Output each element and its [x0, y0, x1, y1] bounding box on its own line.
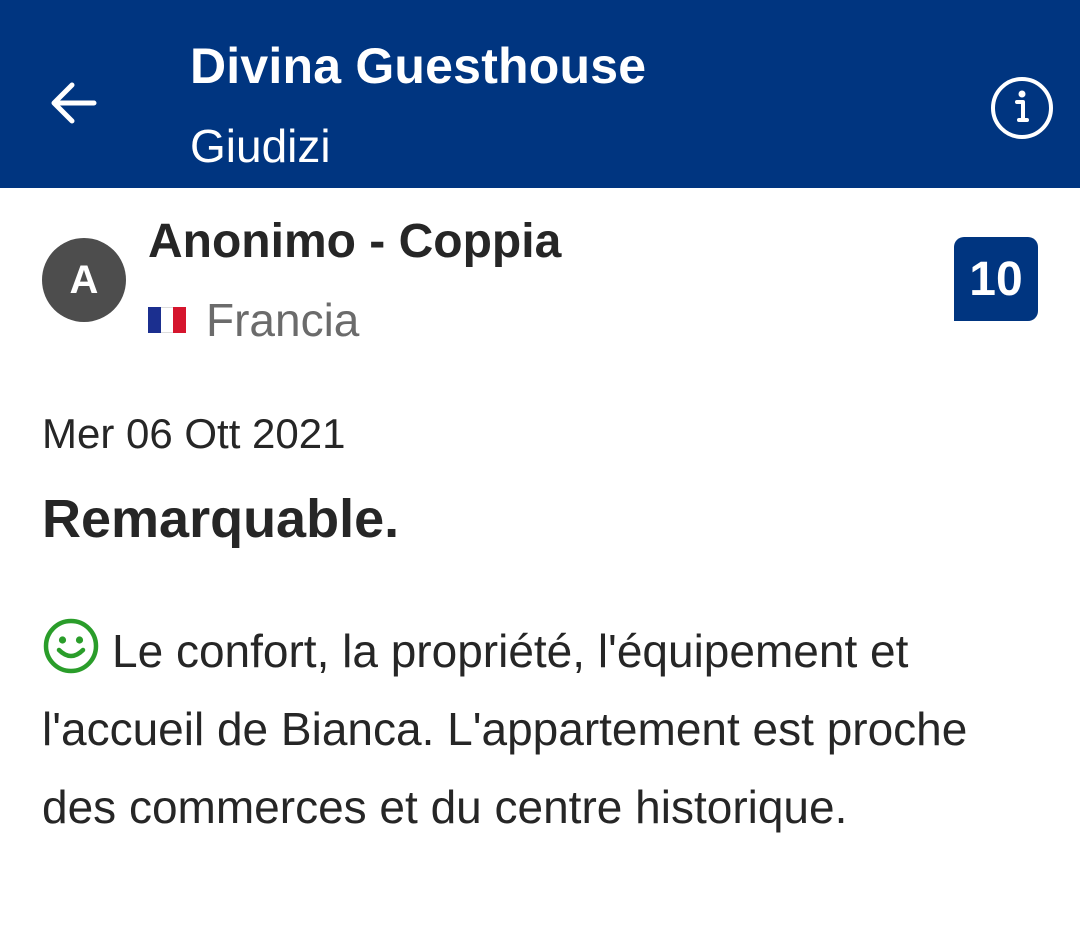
review-positive-text: Le confort, la propriété, l'équipement e… [42, 625, 968, 833]
app-bar: Divina Guesthouse Giudizi [0, 0, 1080, 188]
header-titles: Divina Guesthouse Giudizi [190, 36, 646, 174]
avatar: A [42, 238, 126, 322]
page-title: Divina Guesthouse [190, 38, 647, 94]
review-positive: Le confort, la propriété, l'équipement e… [42, 612, 1032, 846]
review-date: Mer 06 Ott 2021 [42, 410, 346, 457]
info-circle-icon [991, 77, 1053, 139]
country-name: Francia [206, 294, 360, 346]
france-flag-icon [148, 307, 187, 333]
back-button[interactable] [44, 70, 104, 136]
page-subtitle: Giudizi [190, 120, 331, 172]
reviewer-country: Francia [148, 292, 359, 348]
info-button[interactable] [988, 74, 1056, 142]
arrow-left-icon [51, 82, 97, 124]
reviewer-name: Anonimo - Coppia [148, 215, 562, 268]
smiley-icon [42, 617, 100, 675]
score-badge: 10 [954, 237, 1038, 321]
review-title: Remarquable. [42, 489, 400, 549]
